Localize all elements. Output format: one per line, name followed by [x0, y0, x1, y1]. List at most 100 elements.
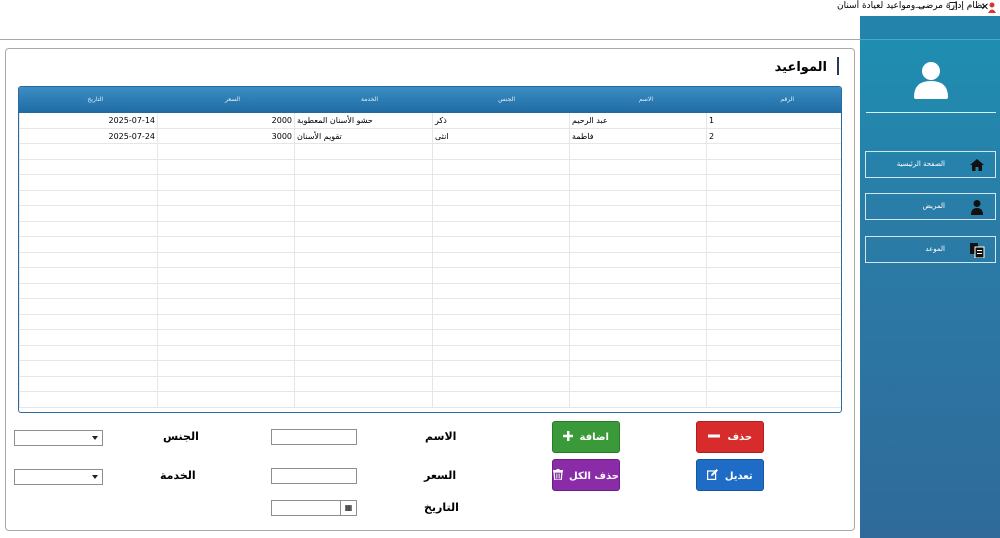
- edit-button-label: تعديل: [724, 471, 753, 482]
- add-button[interactable]: اضافة: [552, 421, 620, 453]
- table-cell: [432, 221, 569, 237]
- table-cell: [157, 159, 294, 175]
- table-row[interactable]: [19, 299, 841, 315]
- table-row[interactable]: [19, 144, 841, 160]
- table-row[interactable]: [19, 330, 841, 346]
- edit-button[interactable]: تعديل: [696, 459, 764, 491]
- minimize-button[interactable]: —: [905, 0, 935, 16]
- table-row[interactable]: 2 فاطمة انثى تقويم الأسنان 3000 2025-07-24: [19, 128, 841, 144]
- table-cell: 2000: [157, 113, 294, 129]
- table-cell: [706, 330, 841, 346]
- table-cell: حشو الأسنان المعطوبة: [294, 113, 432, 129]
- table-cell: [19, 392, 157, 408]
- column-header-service[interactable]: الخدمة: [361, 96, 378, 103]
- delete-button[interactable]: حذف: [696, 421, 764, 453]
- sidebar-item-label: الصفحة الرئيسية: [896, 160, 945, 168]
- table-row[interactable]: [19, 237, 841, 253]
- table-cell: [19, 314, 157, 330]
- table-row[interactable]: [19, 190, 841, 206]
- table-cell: 1: [706, 113, 841, 129]
- chevron-down-icon: [92, 436, 98, 440]
- table-row[interactable]: [19, 345, 841, 361]
- table-cell: فاطمة: [569, 128, 706, 144]
- table-cell: [294, 221, 432, 237]
- column-header-number[interactable]: الرقم: [780, 96, 794, 103]
- table-row[interactable]: [19, 361, 841, 377]
- table-cell: [157, 376, 294, 392]
- column-header-gender[interactable]: الجنس: [498, 96, 515, 103]
- delete-all-button-label: حذف الكل: [568, 471, 619, 482]
- table-cell: [706, 190, 841, 206]
- delete-all-button[interactable]: حذف الكل: [552, 459, 620, 491]
- appointments-table[interactable]: الرقم الاسم الجنس الخدمة السعر التاريخ 1…: [18, 86, 842, 413]
- table-cell: [19, 221, 157, 237]
- table-row[interactable]: [19, 283, 841, 299]
- price-label: السعر: [424, 469, 457, 482]
- column-header-price[interactable]: السعر: [225, 96, 240, 103]
- table-cell: [569, 159, 706, 175]
- top-strip: [0, 16, 860, 40]
- table-row[interactable]: [19, 175, 841, 191]
- sidebar-item-label: المريض: [922, 202, 945, 210]
- maximize-button[interactable]: ❐: [938, 0, 968, 16]
- table-cell: [432, 159, 569, 175]
- table-cell: [569, 237, 706, 253]
- table-cell: [432, 330, 569, 346]
- column-header-date[interactable]: التاريخ: [87, 96, 103, 103]
- table-row[interactable]: [19, 221, 841, 237]
- table-cell: [19, 237, 157, 253]
- table-row[interactable]: [19, 314, 841, 330]
- table-cell: [569, 221, 706, 237]
- table-cell: [157, 330, 294, 346]
- table-cell: [569, 190, 706, 206]
- calendar-icon[interactable]: ▦: [340, 501, 356, 515]
- table-cell: [706, 299, 841, 315]
- table-cell: [432, 376, 569, 392]
- table-row[interactable]: [19, 159, 841, 175]
- column-header-name[interactable]: الاسم: [639, 96, 653, 103]
- edit-button-content: تعديل: [697, 469, 763, 482]
- table-row[interactable]: [19, 252, 841, 268]
- table-cell: [19, 283, 157, 299]
- name-input[interactable]: [271, 429, 357, 445]
- table-row[interactable]: [19, 392, 841, 408]
- date-picker[interactable]: ▦: [271, 500, 357, 516]
- page-title: المواعيد: [774, 60, 827, 75]
- sidebar-item-home[interactable]: الصفحة الرئيسية: [865, 151, 996, 178]
- table-cell: [294, 144, 432, 160]
- table-cell: [19, 175, 157, 191]
- table-cell: [706, 159, 841, 175]
- table-cell: [19, 144, 157, 160]
- plus-icon: [563, 431, 574, 441]
- delete-all-button-content: حذف الكل: [552, 469, 619, 482]
- sidebar-item-patient[interactable]: المريض: [865, 193, 996, 220]
- table-row[interactable]: [19, 206, 841, 222]
- table-cell: [569, 283, 706, 299]
- table-cell: [19, 159, 157, 175]
- sidebar-item-appointments[interactable]: الموعد: [865, 236, 996, 263]
- documents-icon: [970, 243, 985, 258]
- service-select[interactable]: [14, 469, 103, 485]
- table-row[interactable]: [19, 376, 841, 392]
- table-cell: [432, 206, 569, 222]
- table-row[interactable]: 1 عبد الرحيم ذكر حشو الأسنان المعطوبة 2000 20…: [19, 113, 841, 129]
- table-cell: 2025-07-24: [19, 128, 157, 144]
- table-cell: [19, 190, 157, 206]
- close-button[interactable]: ✕: [970, 0, 1000, 16]
- name-label: الاسم: [425, 430, 457, 443]
- table-cell: [19, 252, 157, 268]
- table-cell: [294, 345, 432, 361]
- table-row[interactable]: [19, 268, 841, 284]
- table-cell: [294, 237, 432, 253]
- table-cell: [19, 268, 157, 284]
- service-label: الخدمة: [160, 469, 196, 482]
- table-cell: [157, 299, 294, 315]
- table-cell: [706, 345, 841, 361]
- table-cell: [706, 252, 841, 268]
- gender-select[interactable]: [14, 430, 103, 446]
- table-header: الرقم الاسم الجنس الخدمة السعر التاريخ: [19, 87, 841, 113]
- table-cell: [569, 252, 706, 268]
- table-cell: [157, 144, 294, 160]
- table-cell: 2025-07-14: [19, 113, 157, 129]
- price-input[interactable]: [271, 468, 357, 484]
